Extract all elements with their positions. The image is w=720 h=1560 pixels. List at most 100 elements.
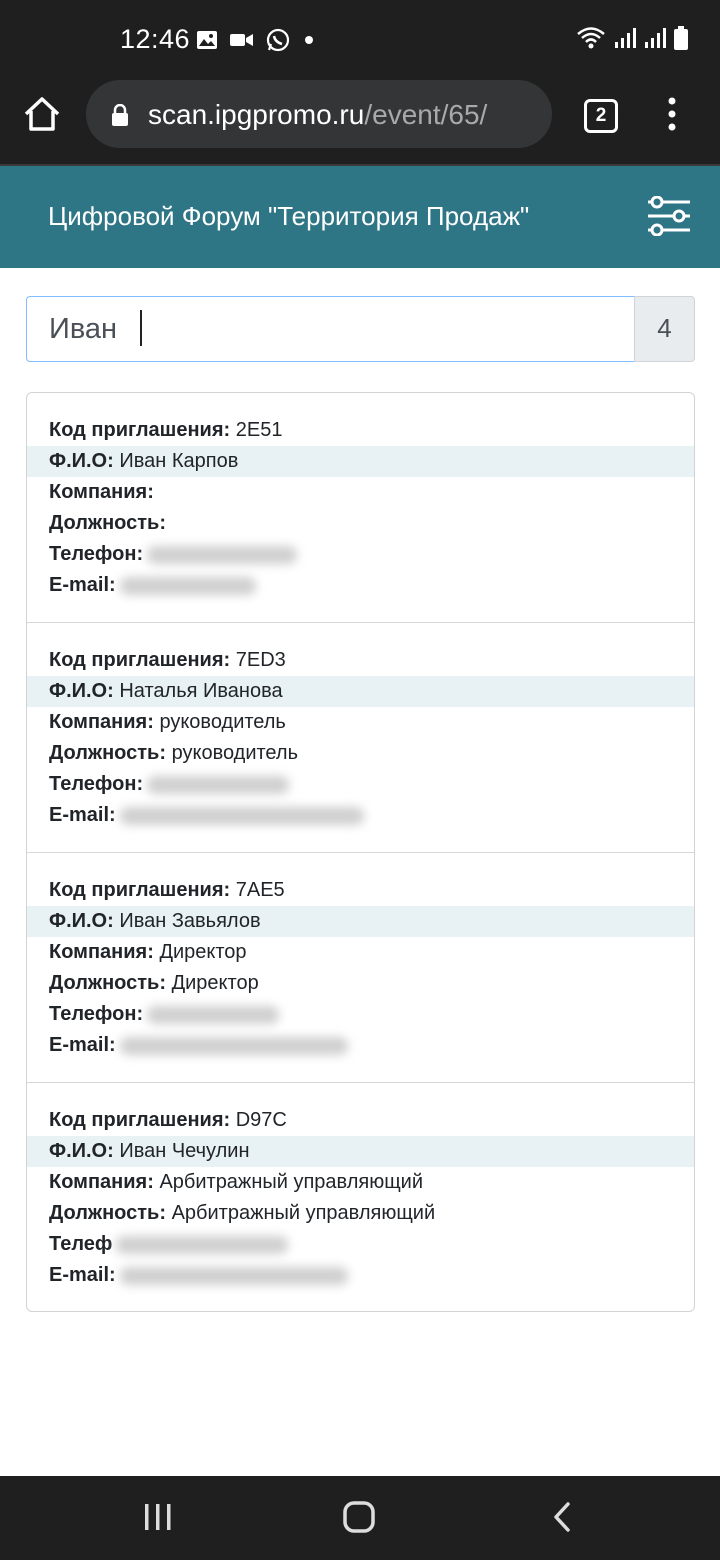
email-row: E-mail: [27,1260,694,1291]
company-row: Компания: руководитель [27,707,694,738]
position-label: Должность: [49,972,167,994]
results-list: Код приглашения: 2E51 Ф.И.О: Иван Карпов… [26,392,695,1312]
text-caret [140,310,142,346]
address-bar[interactable]: scan.ipgpromo.ru/event/65/ [86,80,552,148]
phone-row: Телеф [27,1229,694,1260]
redacted-email [119,1036,348,1055]
tab-switcher-button[interactable]: 2 [584,99,618,133]
status-icons-left [196,28,316,52]
code-value: D97C [235,1109,287,1131]
name-row: Ф.И.О: Иван Карпов [27,446,694,477]
name-value: Иван Завьялов [119,910,261,932]
battery-icon [674,26,688,50]
back-icon[interactable] [548,1498,576,1538]
code-row: Код приглашения: D97C [27,1105,694,1136]
url-host: scan.ipgpromo.ru [148,99,365,130]
name-label: Ф.И.О: [49,910,114,932]
phone-row: Телефон: [27,539,694,570]
name-label: Ф.И.О: [49,680,114,702]
redacted-phone [147,1005,280,1024]
name-row: Ф.И.О: Наталья Иванова [27,676,694,707]
redacted-email [119,1266,348,1285]
redacted-phone [116,1235,289,1254]
position-row: Должность: Директор [27,968,694,999]
wifi-icon [577,27,605,49]
list-item: Код приглашения: D97C Ф.И.О: Иван Чечули… [27,1083,694,1311]
position-label: Должность: [49,1202,167,1224]
list-item: Код приглашения: 7AE5 Ф.И.О: Иван Завьял… [27,853,694,1083]
code-label: Код приглашения: [49,1109,231,1131]
company-label: Компания: [49,941,154,963]
name-label: Ф.И.О: [49,450,114,472]
email-label: E-mail: [49,1264,116,1286]
position-row: Должность: Арбитражный управляющий [27,1198,694,1229]
email-label: E-mail: [49,574,116,596]
more-menu-icon[interactable] [662,96,682,132]
position-value: Арбитражный управляющий [171,1202,436,1224]
signal-icon [645,28,666,48]
search-input[interactable] [26,296,634,362]
email-label: E-mail: [49,1034,116,1056]
company-value: Директор [159,941,247,963]
name-value: Иван Чечулин [119,1140,250,1162]
name-row: Ф.И.О: Иван Чечулин [27,1136,694,1167]
filter-settings-icon[interactable] [646,196,692,236]
code-label: Код приглашения: [49,419,231,441]
code-row: Код приглашения: 2E51 [27,415,694,446]
redacted-email [119,806,364,825]
recent-apps-icon[interactable] [142,1498,174,1538]
company-label: Компания: [49,1171,154,1193]
list-item: Код приглашения: 7ED3 Ф.И.О: Наталья Ива… [27,623,694,853]
position-value: Директор [171,972,259,994]
position-row: Должность: руководитель [27,738,694,769]
phone-label: Телефон: [49,1003,144,1025]
status-bar: 12:46 [0,0,720,80]
redacted-email [119,576,256,595]
phone-label: Телеф [49,1233,113,1255]
status-icons-right [576,26,688,50]
url-path: /event/65/ [364,99,488,130]
code-row: Код приглашения: 7ED3 [27,645,694,676]
video-icon [230,34,253,46]
phone-row: Телефон: [27,999,694,1030]
phone-row: Телефон: [27,769,694,800]
position-label: Должность: [49,742,167,764]
email-label: E-mail: [49,804,116,826]
phone-label: Телефон: [49,543,144,565]
lock-icon [112,104,128,126]
position-value: руководитель [171,742,298,764]
status-time: 12:46 [120,24,191,54]
company-row: Компания: Арбитражный управляющий [27,1167,694,1198]
code-value: 7AE5 [235,879,285,901]
company-row: Компания: Директор [27,937,694,968]
image-icon [197,31,217,49]
code-row: Код приглашения: 7AE5 [27,875,694,906]
company-row: Компания: [27,477,694,508]
code-label: Код приглашения: [49,879,231,901]
email-row: E-mail: [27,570,694,601]
result-count-badge: 4 [634,296,695,362]
search-group: 4 [26,296,695,362]
company-value: Арбитражный управляющий [159,1171,424,1193]
company-label: Компания: [49,711,154,733]
list-item: Код приглашения: 2E51 Ф.И.О: Иван Карпов… [27,393,694,623]
browser-toolbar: scan.ipgpromo.ru/event/65/ 2 [0,80,720,166]
name-label: Ф.И.О: [49,1140,114,1162]
signal-icon [615,28,636,48]
redacted-phone [147,775,290,794]
page-title: Цифровой Форум "Территория Продаж" [48,201,530,231]
position-row: Должность: [27,508,694,539]
system-nav-bar [0,1476,720,1560]
home-nav-icon[interactable] [340,1498,380,1538]
home-icon[interactable] [22,94,62,134]
company-value: руководитель [159,711,286,733]
phone-label: Телефон: [49,773,144,795]
whatsapp-icon [266,28,290,52]
redacted-phone [147,545,298,564]
email-row: E-mail: [27,800,694,831]
name-value: Наталья Иванова [119,680,283,702]
url-text: scan.ipgpromo.ru/event/65/ [148,99,487,131]
company-label: Компания: [49,481,154,503]
code-value: 7ED3 [235,649,286,671]
position-label: Должность: [49,512,167,534]
